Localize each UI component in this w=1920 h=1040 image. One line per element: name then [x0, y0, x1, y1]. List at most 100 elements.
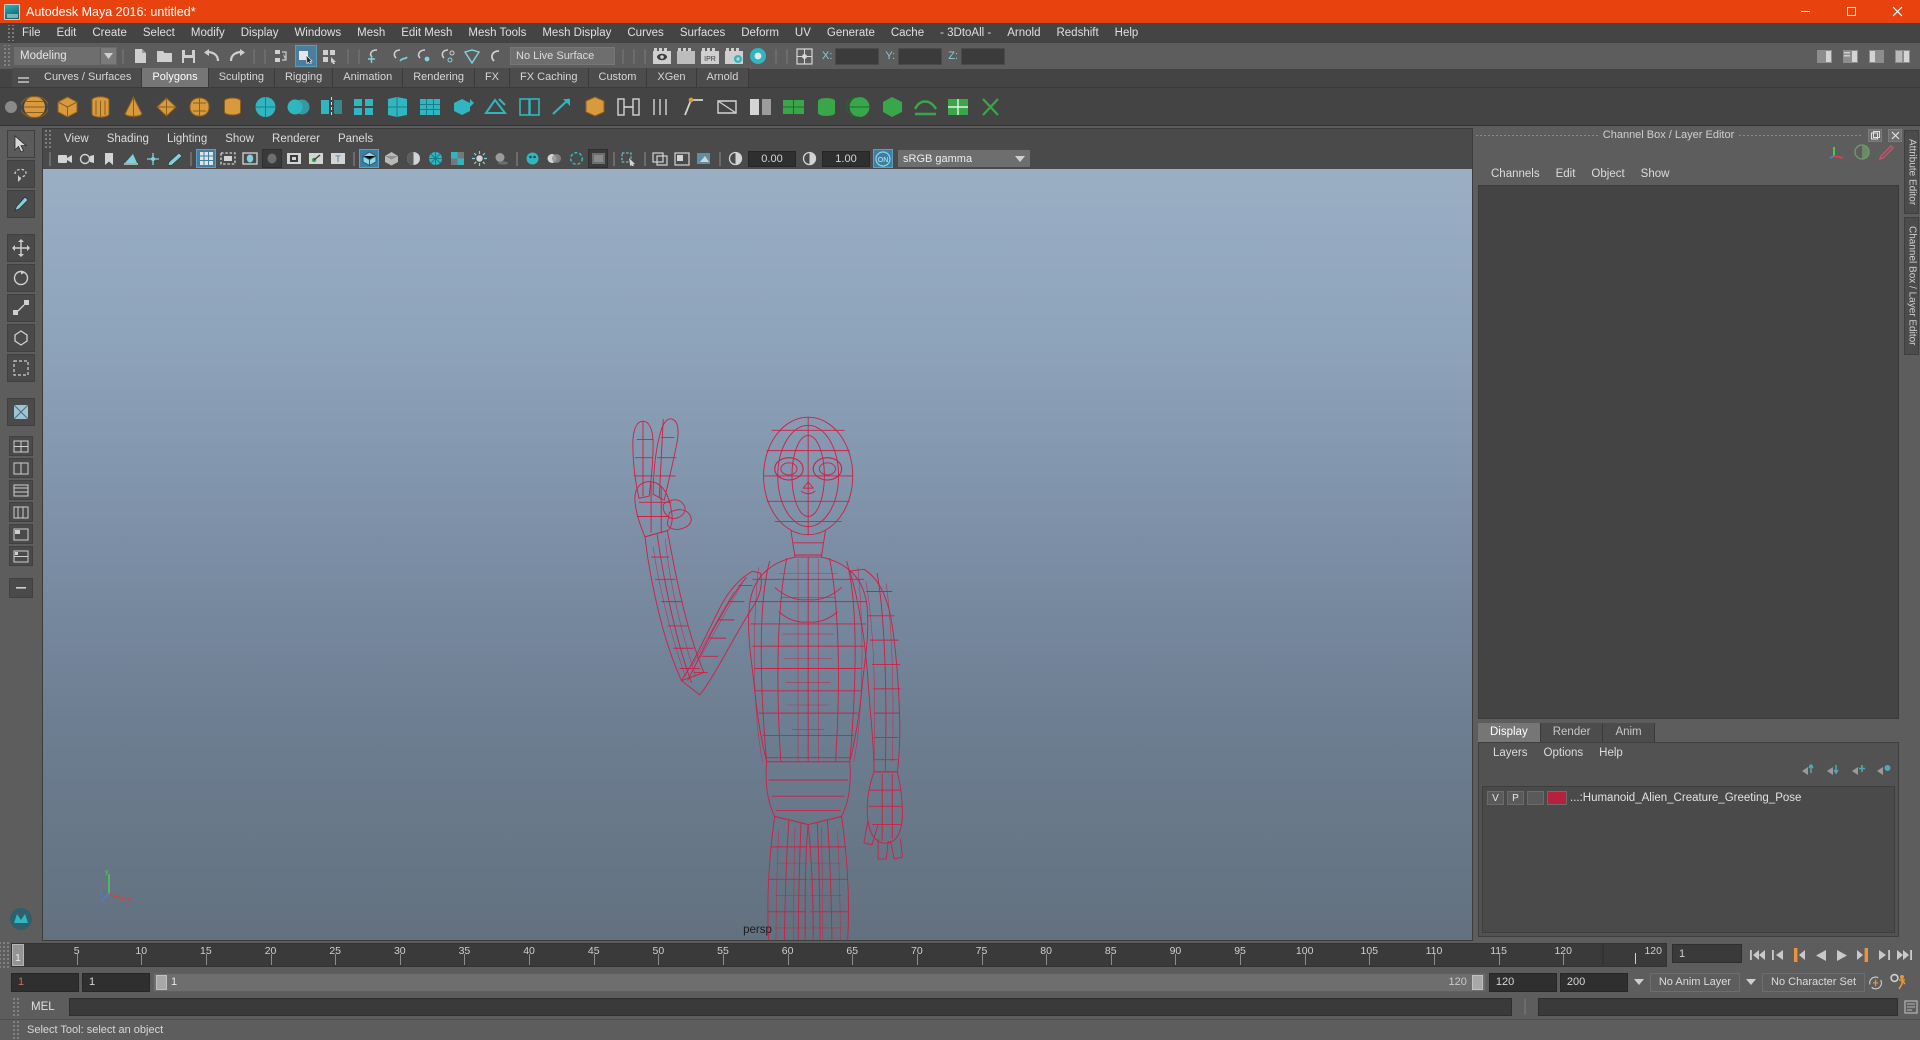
shadows-toggle-icon[interactable] [491, 149, 511, 168]
uv-cut-icon[interactable] [976, 91, 1007, 122]
uv-cylindrical-icon[interactable] [811, 91, 842, 122]
motion-blur-icon[interactable] [544, 149, 564, 168]
vertical-tab-attribute-editor[interactable]: Attribute Editor [1903, 130, 1919, 215]
poly-combine-icon[interactable] [283, 91, 314, 122]
exposure-value[interactable]: 0.00 [748, 150, 796, 167]
minimize-button[interactable] [1782, 0, 1828, 23]
redo-icon[interactable] [225, 45, 247, 67]
command-input[interactable] [69, 998, 1512, 1016]
move-tool-icon[interactable] [7, 234, 35, 262]
shelf-tab-sculpting[interactable]: Sculpting [208, 68, 275, 87]
layer-playback-toggle[interactable]: P [1507, 791, 1524, 805]
playback-start-time-field[interactable]: 1 [82, 972, 150, 992]
close-button[interactable] [1874, 0, 1920, 23]
poly-wedge-icon[interactable] [580, 91, 611, 122]
poly-connect-icon[interactable] [712, 91, 743, 122]
menu-item-surfaces[interactable]: Surfaces [672, 23, 733, 43]
menu-item-deform[interactable]: Deform [733, 23, 787, 43]
channel-menu-edit[interactable]: Edit [1548, 168, 1584, 180]
create-empty-layer-icon[interactable] [1851, 764, 1867, 782]
shelf-tab-custom[interactable]: Custom [588, 68, 648, 87]
viewport-menu-panels[interactable]: Panels [329, 129, 382, 149]
animation-end-time-field[interactable]: 200 [1559, 972, 1628, 992]
snap-to-projected-center-icon[interactable] [437, 45, 459, 67]
range-right-handle[interactable] [1471, 974, 1483, 990]
select-tool-icon[interactable] [7, 130, 35, 158]
go-to-start-button[interactable] [1747, 941, 1768, 969]
animation-start-time-field[interactable]: 1 [11, 972, 79, 992]
layer-list[interactable]: V P ...:Humanoid_Alien_Creature_Greeting… [1482, 786, 1895, 933]
tab-display[interactable]: Display [1478, 723, 1541, 742]
menu-item-cache[interactable]: Cache [883, 23, 932, 43]
menu-item-arnold[interactable]: Arnold [999, 23, 1048, 43]
show-hide-attribute-editor-icon[interactable] [1839, 45, 1861, 67]
poly-bridge-icon[interactable] [613, 91, 644, 122]
new-scene-icon[interactable] [129, 45, 151, 67]
channel-menu-object[interactable]: Object [1583, 168, 1632, 180]
universal-manipulator-icon[interactable] [7, 324, 35, 352]
quick-layout-four-view-icon[interactable] [9, 458, 33, 478]
menu-item-windows[interactable]: Windows [286, 23, 349, 43]
uv-automatic-icon[interactable] [877, 91, 908, 122]
go-to-end-button[interactable] [1894, 941, 1915, 969]
step-back-key-button[interactable] [1789, 941, 1810, 969]
play-backwards-button[interactable] [1810, 941, 1831, 969]
poly-smooth-icon[interactable] [382, 91, 413, 122]
live-surface-field[interactable]: No Live Surface [510, 47, 615, 65]
channel-box-content-area[interactable] [1478, 185, 1899, 719]
perspective-viewport[interactable]: y x z persp [42, 169, 1473, 941]
layer-menu-options[interactable]: Options [1536, 747, 1592, 759]
move-layer-down-icon[interactable] [1826, 764, 1842, 782]
open-scene-icon[interactable] [153, 45, 175, 67]
show-hide-tool-settings-icon[interactable] [1865, 45, 1887, 67]
grease-pencil-icon[interactable] [165, 149, 185, 168]
menu-item-modify[interactable]: Modify [183, 23, 233, 43]
anim-layer-chevron-down-icon[interactable] [1631, 973, 1647, 992]
coord-x-input[interactable] [835, 47, 880, 65]
last-tool-used-icon[interactable] [7, 398, 35, 426]
tab-render[interactable]: Render [1540, 723, 1604, 742]
shelf-tab-animation[interactable]: Animation [333, 68, 404, 87]
script-editor-icon[interactable] [1902, 1000, 1920, 1014]
layer-color-swatch[interactable] [1547, 791, 1567, 805]
layer-shading-toggle[interactable] [1527, 791, 1544, 805]
step-forward-key-button[interactable] [1852, 941, 1873, 969]
poly-disc-icon[interactable] [217, 91, 248, 122]
undo-icon[interactable] [201, 45, 223, 67]
coord-z-input[interactable] [960, 47, 1005, 65]
uv-editor-icon[interactable] [943, 91, 974, 122]
help-line-grip[interactable] [11, 1021, 21, 1039]
render-settings-icon[interactable] [723, 45, 745, 67]
poly-platonic-icon[interactable] [250, 91, 281, 122]
viewport-menu-view[interactable]: View [55, 129, 98, 149]
scale-tool-icon[interactable] [7, 294, 35, 322]
exposure-icon[interactable] [725, 149, 745, 168]
select-by-hierarchy-icon[interactable] [271, 45, 293, 67]
shelf-tab-arnold[interactable]: Arnold [696, 68, 750, 87]
vertical-tab-channel-box[interactable]: Channel Box / Layer Editor [1903, 217, 1919, 355]
tab-anim[interactable]: Anim [1603, 723, 1655, 742]
poly-plane-icon[interactable] [184, 91, 215, 122]
menu-set-chevron-down-icon[interactable] [100, 47, 117, 65]
command-line-grip[interactable] [11, 998, 21, 1016]
xray-active-components-icon[interactable]: T [328, 149, 348, 168]
select-by-component-type-icon[interactable] [319, 45, 341, 67]
image-plane-icon[interactable] [121, 149, 141, 168]
quick-layout-more-icon[interactable] [9, 578, 33, 598]
manipulator-axis-icon[interactable] [1829, 144, 1846, 164]
gamma-icon[interactable] [799, 149, 819, 168]
smooth-shade-all-icon[interactable] [381, 149, 401, 168]
time-slider-current-frame-cursor[interactable]: 1 [12, 944, 24, 966]
quick-layout-hypershade-icon[interactable] [9, 502, 33, 522]
quick-layout-graph-editor-icon[interactable] [9, 524, 33, 544]
time-slider-grip[interactable] [0, 941, 11, 969]
shelf-grip-handle[interactable] [4, 91, 18, 123]
render-current-frame-icon[interactable] [651, 45, 673, 67]
create-layer-from-selected-icon[interactable] [1876, 764, 1892, 782]
layer-visibility-toggle[interactable]: V [1487, 791, 1504, 805]
undock-panel-icon[interactable] [1868, 128, 1882, 142]
poly-edge-loop-icon[interactable] [514, 91, 545, 122]
wireframe-shading-icon[interactable] [359, 149, 379, 168]
xray-toggle-icon[interactable] [284, 149, 304, 168]
shaded-textured-icon[interactable] [425, 149, 445, 168]
